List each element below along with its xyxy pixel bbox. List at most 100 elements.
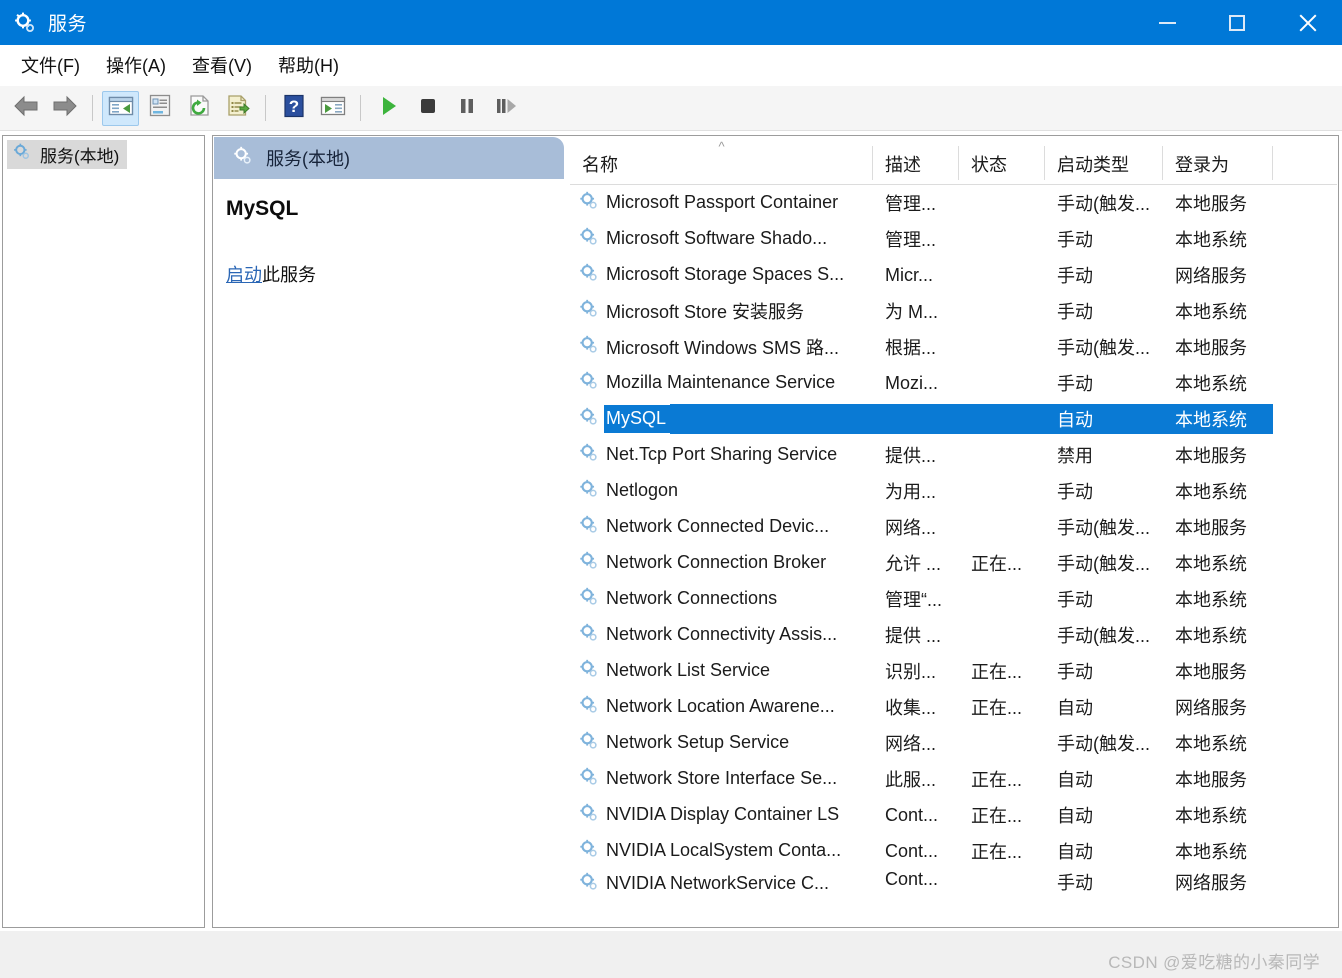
- table-row[interactable]: Microsoft Store 安装服务 为 M... 手动 本地系统: [570, 293, 1337, 329]
- column-header-name[interactable]: ^ 名称: [570, 137, 873, 184]
- service-name-label: Mozilla Maintenance Service: [606, 372, 836, 392]
- name-fill: [774, 656, 873, 686]
- toolbar: ?: [0, 86, 1342, 131]
- maximize-button[interactable]: [1202, 0, 1272, 45]
- menu-action[interactable]: 操作(A): [95, 49, 177, 81]
- back-button[interactable]: [7, 91, 44, 126]
- cell-description: 提供 ...: [885, 626, 942, 646]
- table-row[interactable]: Network Connections 管理“... 手动 本地系统: [570, 581, 1337, 617]
- service-action-text: 启动此服务: [226, 261, 548, 287]
- start-service-button[interactable]: [370, 91, 407, 126]
- cell-log-on-as: 本地服务: [1175, 518, 1247, 538]
- cell-startup-type: 手动: [1057, 482, 1093, 502]
- menu-view[interactable]: 查看(V): [181, 49, 263, 81]
- close-button[interactable]: [1272, 0, 1342, 45]
- menu-help[interactable]: 帮助(H): [267, 49, 350, 81]
- table-row[interactable]: MySQL 自动 本地系统: [570, 401, 1337, 437]
- tree-item-services-local[interactable]: 服务(本地): [7, 140, 128, 169]
- name-fill: [830, 548, 873, 578]
- table-row[interactable]: Network Connected Devic... 网络... 手动(触发... 本…: [570, 509, 1337, 545]
- table-row[interactable]: Netlogon 为用... 手动 本地系统: [570, 473, 1337, 509]
- restart-service-button[interactable]: [487, 91, 524, 126]
- service-gear-icon: [578, 514, 600, 541]
- service-name-label: Microsoft Software Shado...: [606, 228, 828, 248]
- cell-description: Cont...: [885, 869, 939, 889]
- table-row[interactable]: Network Setup Service 网络... 手动(触发... 本地系统: [570, 725, 1337, 761]
- name-fill: [843, 800, 873, 830]
- cell-log-on-as: 本地服务: [1175, 446, 1247, 466]
- service-name-label: NVIDIA Display Container LS: [606, 804, 840, 824]
- minimize-button[interactable]: [1132, 0, 1202, 45]
- cell-startup-type: 自动: [1057, 698, 1093, 718]
- cell-name: Microsoft Software Shado...: [570, 224, 873, 254]
- minimize-icon: [1158, 21, 1176, 24]
- pause-service-icon: [457, 95, 477, 122]
- column-header-description[interactable]: 描述: [873, 137, 959, 184]
- table-row[interactable]: Network Location Awarene... 收集... 正在... 自动 网…: [570, 689, 1337, 725]
- cell-startup-type: 自动: [1057, 770, 1093, 790]
- cell-log-on-as: 本地系统: [1163, 404, 1273, 434]
- service-gear-icon: [578, 658, 600, 685]
- forward-button[interactable]: [46, 91, 83, 126]
- table-row[interactable]: NVIDIA NetworkService C... Cont... 手动 网络服务: [570, 869, 1337, 891]
- name-fill: [839, 368, 873, 398]
- help-button[interactable]: ?: [275, 91, 312, 126]
- table-row[interactable]: Network Connection Broker 允许 ... 正在... 手动(触…: [570, 545, 1337, 581]
- cell-log-on-as: 网络服务: [1175, 266, 1247, 286]
- pause-service-button[interactable]: [448, 91, 485, 126]
- cell-startup-type: 自动: [1057, 842, 1093, 862]
- name-fill: [848, 260, 873, 290]
- start-service-link[interactable]: 启动: [226, 265, 262, 285]
- show-action-pane-button[interactable]: [314, 91, 351, 126]
- table-row[interactable]: Microsoft Storage Spaces S... Micr... 手动 网络…: [570, 257, 1337, 293]
- stop-service-button[interactable]: [409, 91, 446, 126]
- properties-button[interactable]: [141, 91, 178, 126]
- cell-name: NVIDIA NetworkService C...: [570, 869, 873, 891]
- service-gear-icon: [578, 730, 600, 757]
- close-icon: [1297, 13, 1317, 33]
- service-name-label: NVIDIA NetworkService C...: [606, 873, 830, 891]
- table-row[interactable]: Microsoft Passport Container 管理... 手动(触发..…: [570, 185, 1337, 221]
- name-fill: [845, 836, 873, 866]
- service-gear-icon: [578, 586, 600, 613]
- service-gear-icon: [578, 226, 600, 253]
- stop-service-icon: [418, 95, 438, 122]
- cell-description: 允许 ...: [885, 554, 942, 574]
- cell-log-on-as: 网络服务: [1175, 698, 1247, 718]
- cell-status: 正在...: [971, 842, 1023, 862]
- cell-description: 为用...: [885, 482, 937, 502]
- services-list: ^ 名称 描述 状态 启动类型 登录为 Microsoft Passport C…: [570, 137, 1337, 926]
- table-row[interactable]: Network Connectivity Assis... 提供 ... 手动(触发…: [570, 617, 1337, 653]
- cell-status: [959, 404, 1045, 434]
- column-header-log-on-as[interactable]: 登录为: [1163, 137, 1273, 184]
- cell-description: 管理...: [885, 194, 937, 214]
- service-action-suffix: 此服务: [262, 265, 316, 285]
- column-header-name-label: 名称: [582, 155, 618, 175]
- service-gear-icon: [578, 838, 600, 865]
- show-hide-tree-button[interactable]: [102, 90, 139, 126]
- table-row[interactable]: NVIDIA LocalSystem Conta... Cont... 正在... 自…: [570, 833, 1337, 869]
- cell-name: Network Connections: [570, 584, 873, 614]
- cell-name: Network Connectivity Assis...: [570, 620, 873, 650]
- table-row[interactable]: Network List Service 识别... 正在... 手动 本地服务: [570, 653, 1337, 689]
- table-row[interactable]: NVIDIA Display Container LS Cont... 正在... 自…: [570, 797, 1337, 833]
- service-name-label: Microsoft Storage Spaces S...: [606, 264, 845, 284]
- table-row[interactable]: Microsoft Software Shado... 管理... 手动 本地系统: [570, 221, 1337, 257]
- column-header-status[interactable]: 状态: [959, 137, 1045, 184]
- refresh-button[interactable]: [180, 91, 217, 126]
- name-fill: [831, 224, 873, 254]
- service-name-label: NVIDIA LocalSystem Conta...: [606, 840, 842, 860]
- cell-log-on-as: 本地服务: [1175, 338, 1247, 358]
- service-gear-icon: [578, 370, 600, 397]
- result-pane-header: 服务(本地): [214, 137, 564, 179]
- toolbar-separator-3: [360, 95, 361, 121]
- export-list-button[interactable]: [219, 91, 256, 126]
- name-fill: [833, 512, 873, 542]
- table-row[interactable]: Net.Tcp Port Sharing Service 提供... 禁用 本地服务: [570, 437, 1337, 473]
- table-row[interactable]: Mozilla Maintenance Service Mozi... 手动 本地系统: [570, 365, 1337, 401]
- table-row[interactable]: Network Store Interface Se... 此服... 正在... 自…: [570, 761, 1337, 797]
- column-header-startup-type[interactable]: 启动类型: [1045, 137, 1163, 184]
- table-row[interactable]: Microsoft Windows SMS 路... 根据... 手动(触发... 本…: [570, 329, 1337, 365]
- cell-status: [959, 188, 1045, 218]
- menu-file[interactable]: 文件(F): [10, 49, 91, 81]
